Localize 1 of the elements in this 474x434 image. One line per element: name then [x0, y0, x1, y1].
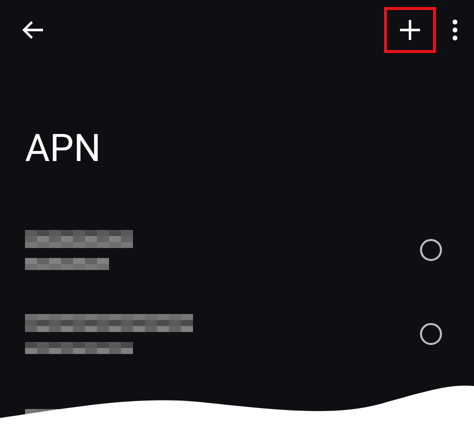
page-title: APN — [25, 130, 102, 168]
